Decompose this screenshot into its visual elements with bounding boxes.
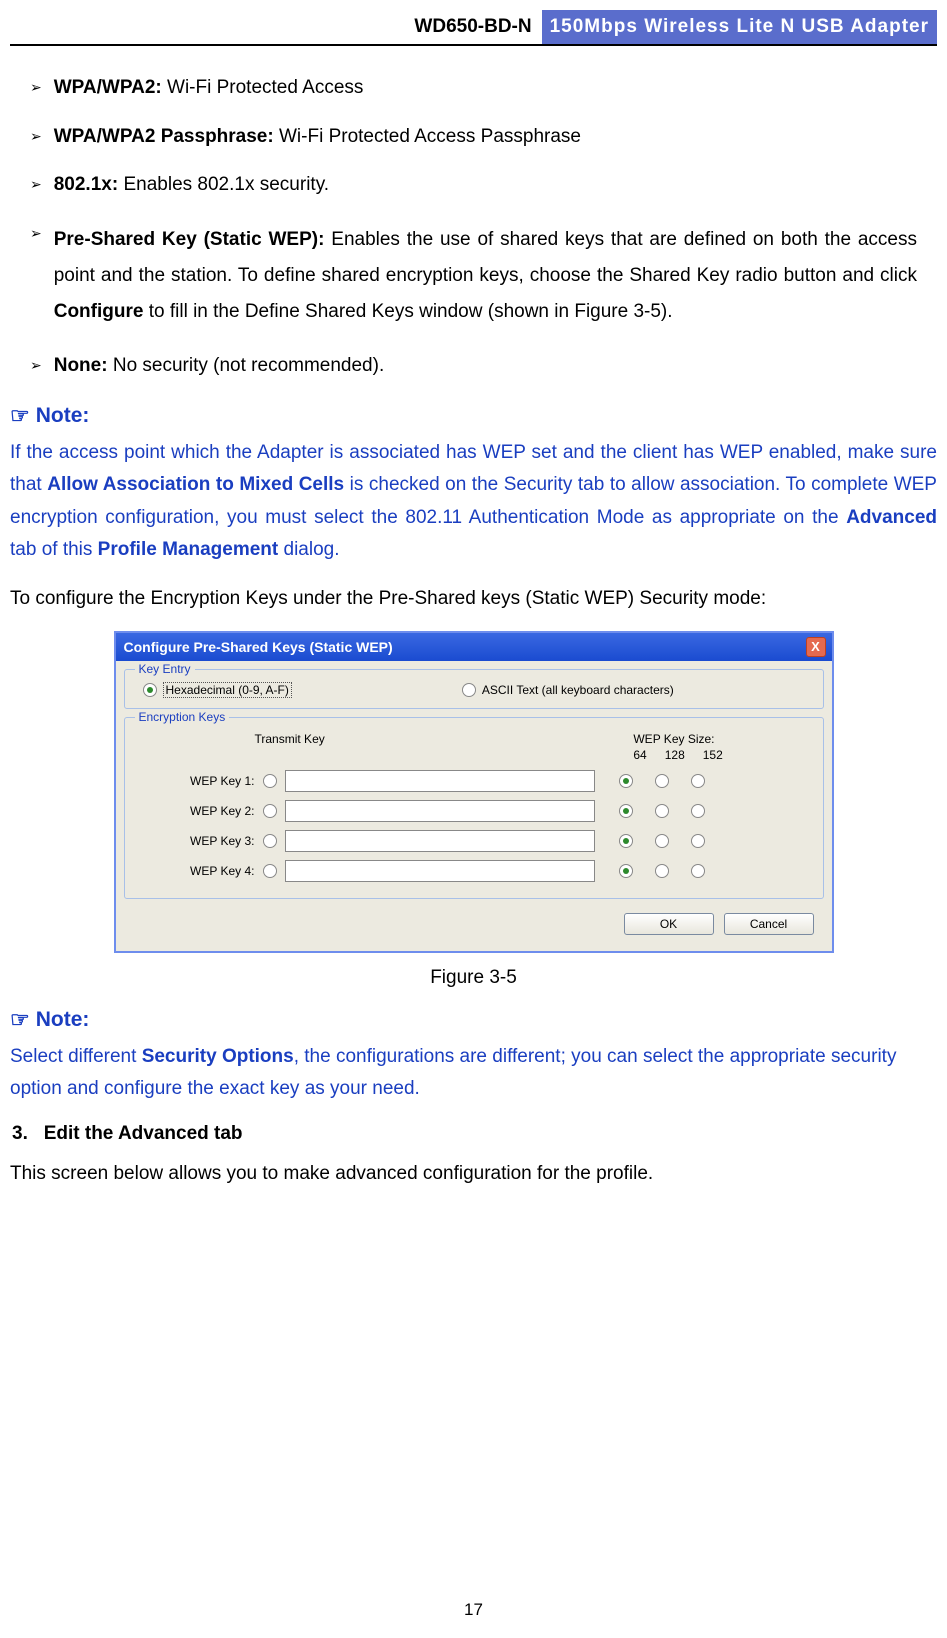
key2-input[interactable]: [285, 800, 595, 822]
bullet-none: ➢ None: No security (not recommended).: [30, 354, 917, 379]
wep-dialog: Configure Pre-Shared Keys (Static WEP) X…: [114, 631, 834, 953]
page-header: WD650-BD-N 150Mbps Wireless Lite N USB A…: [10, 10, 937, 46]
key1-label: WEP Key 1:: [135, 774, 255, 788]
bullet-8021x: ➢ 802.1x: Enables 802.1x security.: [30, 173, 917, 198]
key-entry-legend: Key Entry: [135, 662, 195, 676]
bullet-text: 802.1x: Enables 802.1x security.: [54, 173, 329, 198]
hex-label: Hexadecimal (0-9, A-F): [163, 682, 292, 698]
key4-size-128[interactable]: [655, 864, 669, 878]
bullet-text: Pre-Shared Key (Static WEP): Enables the…: [54, 222, 917, 330]
bullet-arrow-icon: ➢: [30, 79, 42, 96]
key2-label: WEP Key 2:: [135, 804, 255, 818]
key2-tx-radio[interactable]: [263, 804, 277, 818]
key2-size-64[interactable]: [619, 804, 633, 818]
ascii-radio[interactable]: [462, 683, 476, 697]
bullet-arrow-icon: ➢: [30, 128, 42, 145]
close-icon[interactable]: X: [806, 637, 826, 657]
pointer-icon: ☞: [10, 1007, 30, 1033]
dialog-title-bar: Configure Pre-Shared Keys (Static WEP) X: [116, 633, 832, 661]
key1-input[interactable]: [285, 770, 595, 792]
bullet-wpa-pass: ➢ WPA/WPA2 Passphrase: Wi-Fi Protected A…: [30, 125, 917, 150]
key3-tx-radio[interactable]: [263, 834, 277, 848]
bullet-arrow-icon: ➢: [30, 225, 42, 242]
figure-caption: Figure 3-5: [10, 967, 937, 989]
key3-input[interactable]: [285, 830, 595, 852]
dialog-title: Configure Pre-Shared Keys (Static WEP): [124, 639, 393, 655]
header-title: 150Mbps Wireless Lite N USB Adapter: [542, 10, 937, 44]
key1-size-152[interactable]: [691, 774, 705, 788]
pointer-icon: ☞: [10, 403, 30, 429]
bullet-psk: ➢ Pre-Shared Key (Static WEP): Enables t…: [30, 222, 917, 330]
bullet-text: None: No security (not recommended).: [54, 354, 385, 379]
section-3-head: 3. Edit the Advanced tab: [12, 1123, 937, 1145]
wep-key-row-2: WEP Key 2:: [135, 796, 813, 826]
key2-size-128[interactable]: [655, 804, 669, 818]
key3-size-152[interactable]: [691, 834, 705, 848]
transmit-key-label: Transmit Key: [255, 732, 325, 762]
para-advanced: This screen below allows you to make adv…: [10, 1159, 937, 1189]
key1-size-128[interactable]: [655, 774, 669, 788]
size-64: 64: [633, 748, 646, 762]
bullet-wpa: ➢ WPA/WPA2: Wi-Fi Protected Access: [30, 76, 917, 101]
note-1-header: ☞ Note:: [10, 403, 937, 429]
key4-tx-radio[interactable]: [263, 864, 277, 878]
size-152: 152: [703, 748, 723, 762]
note-1-body: If the access point which the Adapter is…: [10, 437, 937, 566]
key3-size-64[interactable]: [619, 834, 633, 848]
bullet-arrow-icon: ➢: [30, 176, 42, 193]
key3-size-128[interactable]: [655, 834, 669, 848]
note-2-header: ☞ Note:: [10, 1007, 937, 1033]
wep-key-row-3: WEP Key 3:: [135, 826, 813, 856]
key3-label: WEP Key 3:: [135, 834, 255, 848]
key2-size-152[interactable]: [691, 804, 705, 818]
key-entry-fieldset: Key Entry Hexadecimal (0-9, A-F) ASCII T…: [124, 669, 824, 709]
ok-button[interactable]: OK: [624, 913, 714, 935]
note-2-body: Select different Security Options, the c…: [10, 1041, 937, 1106]
dialog-body: Key Entry Hexadecimal (0-9, A-F) ASCII T…: [116, 661, 832, 951]
bullet-text: WPA/WPA2: Wi-Fi Protected Access: [54, 76, 364, 101]
bullet-arrow-icon: ➢: [30, 357, 42, 374]
wep-key-row-4: WEP Key 4:: [135, 856, 813, 886]
key4-input[interactable]: [285, 860, 595, 882]
wep-key-row-1: WEP Key 1:: [135, 766, 813, 796]
key4-size-64[interactable]: [619, 864, 633, 878]
para-config: To configure the Encryption Keys under t…: [10, 584, 937, 614]
key4-label: WEP Key 4:: [135, 864, 255, 878]
key4-size-152[interactable]: [691, 864, 705, 878]
key1-size-64[interactable]: [619, 774, 633, 788]
enc-keys-fieldset: Encryption Keys Transmit Key WEP Key Siz…: [124, 717, 824, 899]
page-number: 17: [0, 1600, 947, 1620]
bullet-text: WPA/WPA2 Passphrase: Wi-Fi Protected Acc…: [54, 125, 581, 150]
header-model: WD650-BD-N: [10, 10, 542, 44]
hex-radio[interactable]: [143, 683, 157, 697]
cancel-button[interactable]: Cancel: [724, 913, 814, 935]
ascii-label: ASCII Text (all keyboard characters): [482, 683, 674, 697]
wep-size-header: WEP Key Size:: [633, 732, 714, 746]
size-128: 128: [665, 748, 685, 762]
key1-tx-radio[interactable]: [263, 774, 277, 788]
enc-legend: Encryption Keys: [135, 710, 230, 724]
